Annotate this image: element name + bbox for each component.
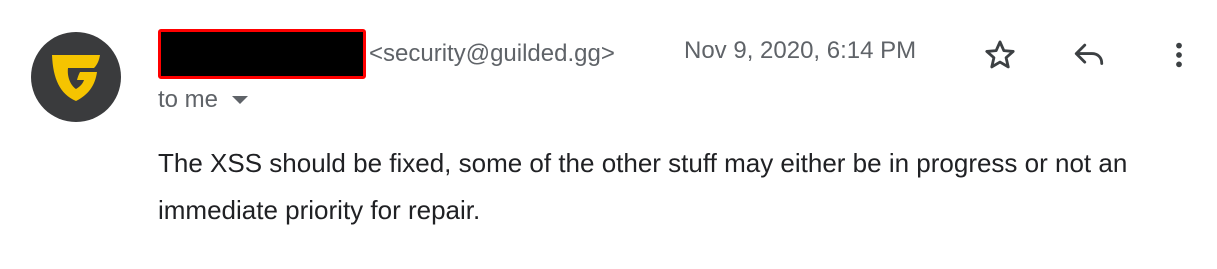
more-vert-icon xyxy=(1176,42,1182,68)
sender-email[interactable]: <security@guilded.gg> xyxy=(369,42,615,66)
guilded-logo-icon xyxy=(52,55,100,101)
message-date[interactable]: Nov 9, 2020, 6:14 PM xyxy=(684,39,916,63)
redacted-sender-name[interactable] xyxy=(158,29,366,79)
chevron-down-icon xyxy=(232,96,249,104)
recipient-dropdown[interactable]: to me xyxy=(158,86,249,114)
reply-button[interactable] xyxy=(1067,33,1111,77)
recipient-label: to me xyxy=(158,86,219,113)
star-icon xyxy=(985,40,1015,69)
sender-row: <security@guilded.gg> xyxy=(158,29,615,79)
star-button[interactable] xyxy=(978,33,1022,77)
more-options-button[interactable] xyxy=(1157,33,1201,77)
message-body: The XSS should be fixed, some of the oth… xyxy=(158,148,1128,225)
sender-avatar[interactable] xyxy=(31,32,121,122)
reply-icon xyxy=(1074,43,1104,65)
